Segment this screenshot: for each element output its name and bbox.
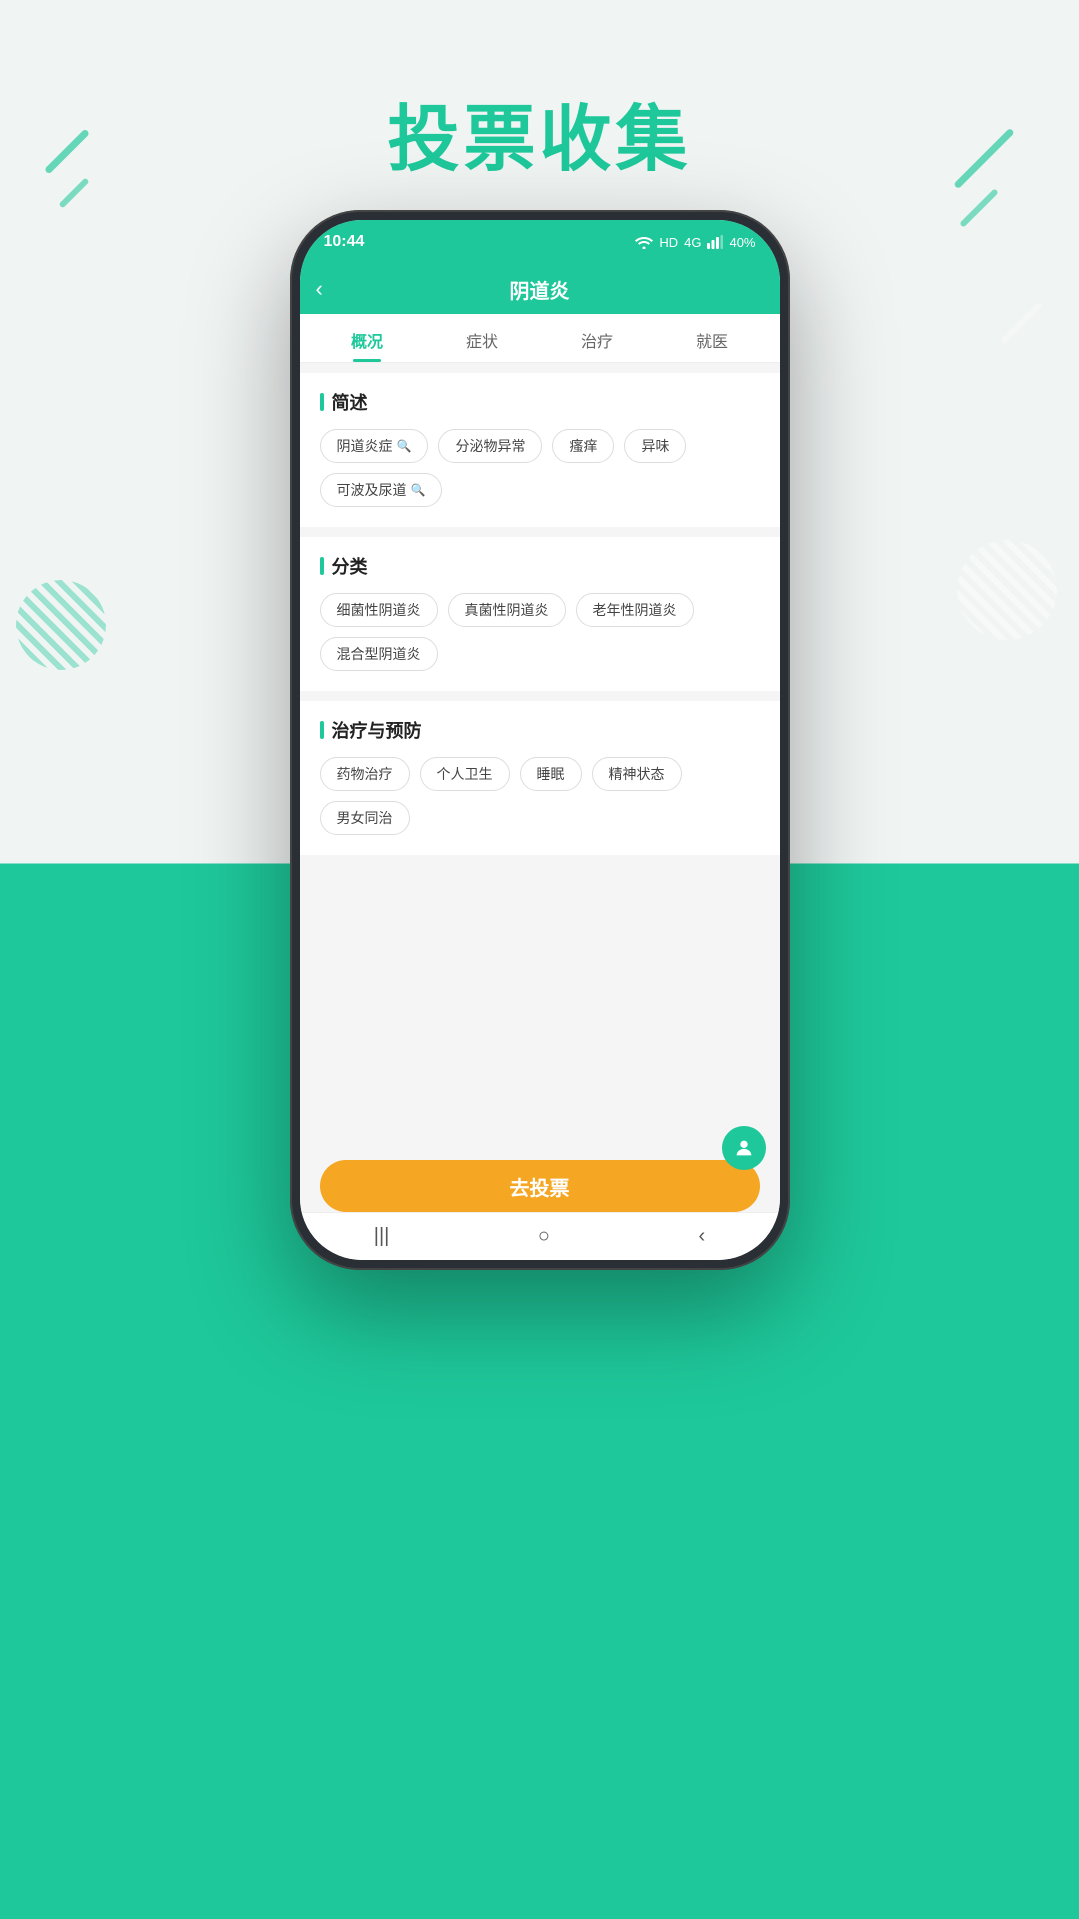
tags-overview: 阴道炎症 🔍 分泌物异常 瘙痒 异味	[320, 429, 760, 507]
tab-treatment[interactable]: 治疗	[540, 314, 655, 362]
tags-treatment: 药物治疗 个人卫生 睡眠 精神状态	[320, 757, 760, 835]
app-title: 阴道炎	[510, 275, 570, 304]
tab-overview[interactable]: 概况	[310, 314, 425, 362]
app-content: 概况 症状 治疗 就医 简述 阴道炎症 🔍	[300, 314, 780, 1212]
phone-inner: 10:44 HD 4G	[300, 220, 780, 1260]
section-treatment-title: 治疗与预防	[320, 717, 760, 743]
tags-classification: 细菌性阴道炎 真菌性阴道炎 老年性阴道炎 混合型阴道炎	[320, 593, 760, 671]
phone-outer: 10:44 HD 4G	[290, 210, 790, 1270]
tag-bacterial[interactable]: 细菌性阴道炎	[320, 593, 438, 627]
status-icons: HD 4G 40%	[635, 235, 755, 250]
tab-symptoms[interactable]: 症状	[425, 314, 540, 362]
tag-couples[interactable]: 男女同治	[320, 801, 410, 835]
section-classification-title: 分类	[320, 553, 760, 579]
tag-urethra[interactable]: 可波及尿道 🔍	[320, 473, 443, 507]
tag-itching[interactable]: 瘙痒	[552, 429, 614, 463]
tag-odor[interactable]: 异味	[624, 429, 686, 463]
phone-mockup: 10:44 HD 4G	[290, 210, 790, 1270]
deco-circle-left	[16, 580, 106, 670]
nav-home-icon[interactable]: ○	[538, 1225, 550, 1248]
status-hd: HD	[659, 235, 678, 250]
tab-bar: 概况 症状 治疗 就医	[300, 314, 780, 363]
phone-nav: ||| ○ ‹	[300, 1212, 780, 1260]
tag-vaginitis-symptom[interactable]: 阴道炎症 🔍	[320, 429, 429, 463]
tag-senile[interactable]: 老年性阴道炎	[576, 593, 694, 627]
section-overview: 简述 阴道炎症 🔍 分泌物异常 瘙痒	[300, 373, 780, 527]
vote-button-label: 去投票	[510, 1172, 570, 1201]
scroll-area: 简述 阴道炎症 🔍 分泌物异常 瘙痒	[300, 363, 780, 1212]
section-overview-title: 简述	[320, 389, 760, 415]
vote-button[interactable]: 去投票	[320, 1160, 760, 1212]
section-treatment: 治疗与预防 药物治疗 个人卫生 睡眠	[300, 701, 780, 855]
back-button[interactable]: ‹	[316, 276, 323, 302]
search-icon-1: 🔍	[397, 439, 412, 453]
page-title: 投票收集	[0, 80, 1079, 185]
status-time: 10:44	[324, 233, 365, 251]
tab-medical[interactable]: 就医	[655, 314, 770, 362]
tag-sleep[interactable]: 睡眠	[520, 757, 582, 791]
tag-fungal[interactable]: 真菌性阴道炎	[448, 593, 566, 627]
status-battery: 40%	[729, 235, 755, 250]
wifi-icon	[635, 235, 653, 249]
person-icon	[733, 1137, 755, 1159]
search-icon-2: 🔍	[411, 483, 426, 497]
section-classification: 分类 细菌性阴道炎 真菌性阴道炎 老年性阴道炎	[300, 537, 780, 691]
signal-icon	[707, 235, 723, 249]
deco-circle-right	[957, 540, 1057, 640]
nav-recent-icon[interactable]: ‹	[699, 1225, 706, 1248]
app-header: ‹ 阴道炎	[300, 264, 780, 314]
tag-hygiene[interactable]: 个人卫生	[420, 757, 510, 791]
tag-medication[interactable]: 药物治疗	[320, 757, 410, 791]
tag-mixed[interactable]: 混合型阴道炎	[320, 637, 438, 671]
tag-mental[interactable]: 精神状态	[592, 757, 682, 791]
status-bar: 10:44 HD 4G	[300, 220, 780, 264]
tag-secretion[interactable]: 分泌物异常	[438, 429, 542, 463]
nav-back-icon[interactable]: |||	[374, 1225, 390, 1248]
status-4g: 4G	[684, 235, 701, 250]
float-icon[interactable]	[722, 1126, 766, 1170]
